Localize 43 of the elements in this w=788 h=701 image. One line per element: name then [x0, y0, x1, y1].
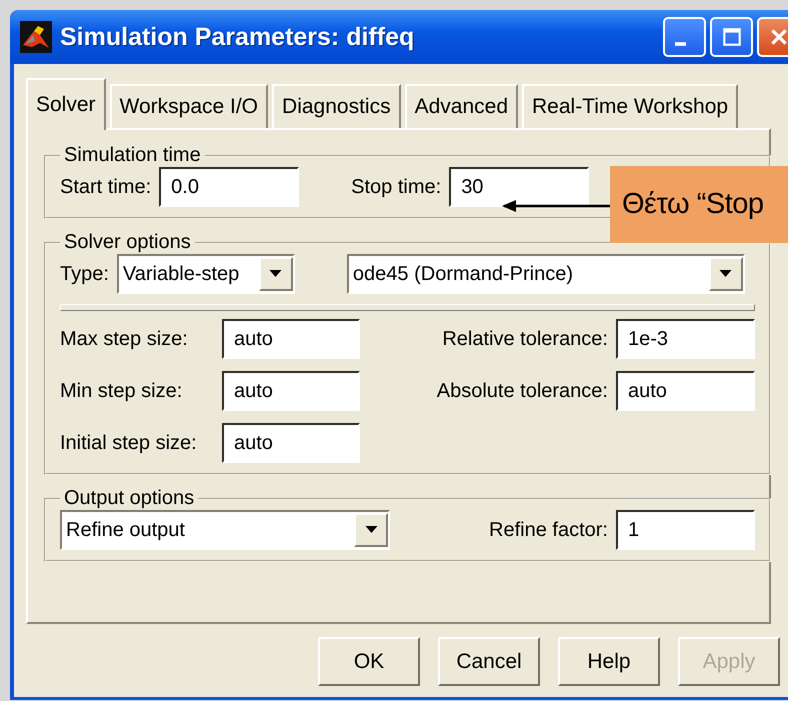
input-field[interactable]: auto [616, 371, 755, 411]
field-label: Absolute tolerance: [436, 380, 608, 402]
input-field[interactable]: 1e-3 [616, 319, 755, 359]
input-field[interactable]: auto [222, 371, 360, 411]
annotation-callout: Θέτω “Stop [610, 166, 788, 243]
dialog-button[interactable]: OK [318, 637, 420, 686]
minimize-button[interactable] [663, 17, 706, 57]
input-field[interactable]: auto [222, 319, 360, 359]
tab[interactable]: Workspace I/O [110, 84, 268, 128]
app-icon [20, 21, 52, 53]
input-field[interactable]: 0.0 [159, 167, 300, 207]
tab[interactable]: Solver [26, 78, 106, 130]
dropdown[interactable]: ode45 (Dormand-Prince) [346, 254, 745, 294]
caret-icon [719, 270, 732, 278]
field-label: Start time: [60, 176, 152, 198]
field-label: Stop time: [351, 176, 442, 198]
dropdown[interactable]: Refine output [60, 510, 390, 550]
field-label: Initial step size: [60, 432, 198, 454]
input-field[interactable]: 30 [449, 167, 590, 207]
maximize-icon [720, 26, 742, 48]
tab[interactable]: Advanced [404, 84, 518, 128]
dialog-button[interactable]: Help [558, 637, 660, 686]
input-field[interactable]: 1 [616, 510, 755, 550]
field-label: Min step size: [60, 380, 184, 402]
caret-icon [269, 270, 282, 278]
dialog-button[interactable]: Cancel [438, 637, 540, 686]
group-legend: Output options [60, 487, 198, 510]
group-legend: Solver options [60, 231, 195, 254]
field-label: Relative tolerance: [442, 328, 608, 350]
minimize-icon [675, 42, 686, 46]
maximize-button[interactable] [710, 17, 753, 57]
window-title: Simulation Parameters: diffeq [60, 22, 416, 52]
field-label: Refine factor: [489, 518, 608, 542]
tab[interactable]: Real-Time Workshop [522, 84, 738, 128]
caret-icon [364, 526, 378, 534]
field-label: Max step size: [60, 328, 189, 350]
close-button[interactable] [757, 17, 788, 57]
arrow-icon [502, 199, 612, 213]
tab[interactable]: Diagnostics [272, 84, 401, 128]
group-legend: Simulation time [60, 144, 205, 167]
input-field[interactable]: auto [222, 423, 360, 463]
dropdown[interactable]: Variable-step [116, 254, 295, 294]
field-label: Type: [60, 262, 109, 286]
